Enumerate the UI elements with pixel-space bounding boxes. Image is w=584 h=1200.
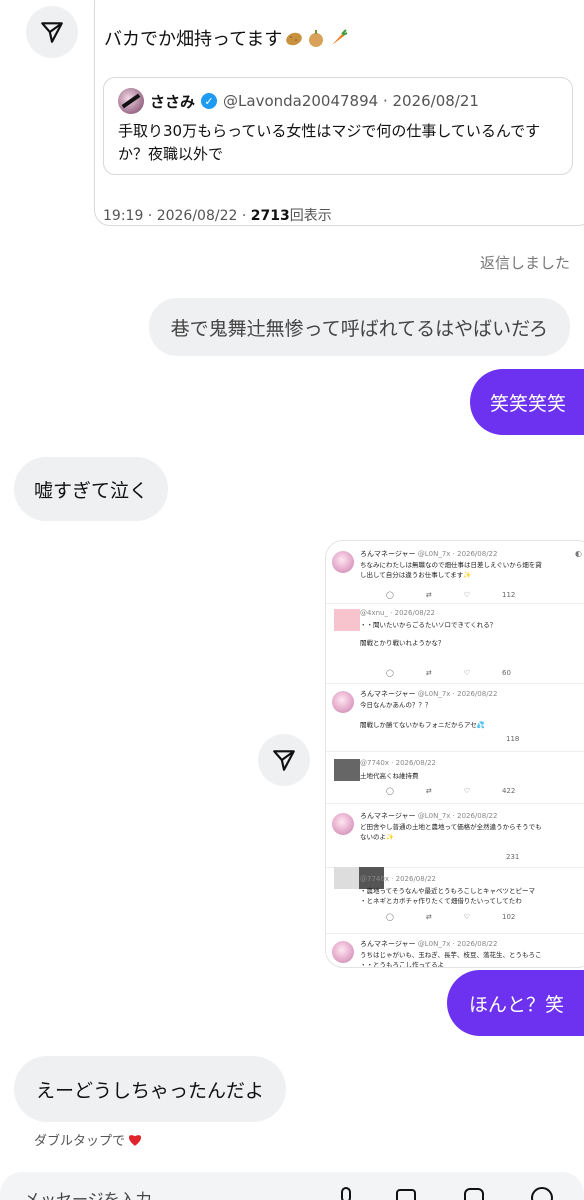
message-bubble[interactable]: 嘘すぎて泣く [14, 457, 169, 521]
like-icon: ♡ [463, 787, 470, 795]
quoted-post-body: 手取り30万もらっている女性はマジで何の仕事しているんですか？夜職以外で [118, 122, 541, 163]
post-author: ろんマネージャー [360, 812, 416, 820]
message-bubble[interactable]: 笑笑笑笑 [469, 369, 584, 435]
post-handle: @7740x · 2026/08/22 [360, 759, 436, 767]
post-line: うちはじゃがいも、玉ねぎ、長芋、枝豆、落花生、とうもろこ [360, 951, 542, 959]
post-line: 闇戦しか勝てないかもフォニだからアセ💦 [360, 721, 485, 729]
blurred-avatar [334, 759, 360, 781]
tap-hint-label: ダブルタップで [34, 1134, 126, 1149]
reply-icon: ◯ [386, 787, 394, 795]
message-bubble[interactable]: えーどうしちゃったんだよ [14, 1056, 287, 1122]
microphone-icon[interactable] [334, 1186, 358, 1200]
post-author: ろんマネージャー [360, 690, 416, 698]
message-bubble[interactable]: ほんと？笑 [446, 970, 584, 1036]
message-text: 巷で鬼舞辻無惨って呼ばれてるはやばいだろ [170, 317, 548, 340]
post-view-count: 2713 [250, 208, 290, 224]
add-icon[interactable] [530, 1186, 554, 1200]
post-meta: 19:19 · 2026/08/22 · 2713回表示 [103, 205, 332, 225]
message-composer[interactable]: メッセージを入力... [0, 1172, 584, 1200]
repost-icon: ⇄ [425, 913, 432, 921]
avatar [332, 941, 354, 963]
carrot-emoji-icon [332, 29, 348, 45]
post-line: ・農地ってそうなんや最近とうもろこしとキャベツとピーマ [360, 887, 535, 895]
like-icon: ♡ [463, 591, 470, 599]
post-line: ちなみにわたしは無職なので畑仕事は日差しえぐいから畑を貸 [360, 561, 542, 569]
reply-icon: ◯ [386, 913, 394, 921]
post-line: ・・とうもろこし作ってるよ [360, 961, 445, 968]
view-stat: 112 [502, 591, 516, 599]
post-line: 闇戦とかり戦いれようかな？ [360, 639, 445, 647]
quoted-user-name: ささみ [150, 92, 196, 111]
post-handle: @L0N_7x · 2026/08/22 [417, 940, 498, 948]
post-author: ろんマネージャー [360, 550, 416, 558]
avatar [332, 813, 354, 835]
post-line: ・・聞いたいからごるたいソロできてくれる？ [360, 621, 497, 629]
message-input[interactable]: メッセージを入力... [24, 1186, 167, 1200]
post-text-label: バカでか畑持ってます [104, 29, 283, 50]
shared-post-card[interactable]: バカでか畑持ってます ささみ ✓ @Lavonda20047894 · 2026… [94, 0, 584, 226]
post-line: ないのよ✨ [360, 833, 395, 841]
message-text: ほんと？笑 [468, 993, 564, 1016]
repost-icon: ⇄ [425, 591, 432, 599]
post-handle: @L0N_7x · 2026/08/22 [417, 550, 498, 558]
quoted-user-avatar [118, 88, 144, 114]
view-stat: 118 [506, 735, 520, 743]
post-handle: @4xnu_ · 2026/08/22 [360, 609, 435, 617]
share-image-button[interactable] [258, 734, 310, 786]
repost-icon: ⇄ [425, 787, 432, 795]
post-handle: @L0N_7x · 2026/08/22 [417, 812, 498, 820]
view-stat: 422 [502, 787, 516, 795]
post-line: 今日なんかあんの？？？ [360, 701, 432, 709]
sticker-icon[interactable] [462, 1186, 486, 1200]
grok-icon: ◐ [575, 549, 582, 558]
post-views-label: 回表示 [289, 208, 332, 224]
send-icon [273, 750, 295, 771]
post-line: し出して自分は違うお仕事してます✨ [360, 571, 472, 579]
message-text: 笑笑笑笑 [489, 392, 566, 415]
verified-badge-icon: ✓ [201, 93, 218, 109]
blurred-avatar [334, 609, 360, 631]
reply-icon: ◯ [386, 591, 394, 599]
post-text: バカでか畑持ってます [104, 25, 348, 51]
quoted-post[interactable]: ささみ ✓ @Lavonda20047894 · 2026/08/21 手取り3… [103, 77, 573, 175]
view-stat: 231 [506, 853, 520, 861]
onion-emoji-icon [309, 30, 324, 47]
message-text: 嘘すぎて泣く [34, 479, 149, 502]
post-line: ど田舎やし普通の土地と農地って価格が全然違うからそうでも [360, 823, 542, 831]
send-icon [41, 22, 63, 43]
avatar [332, 551, 354, 573]
attached-screenshot-image[interactable]: ろんマネージャー @L0N_7x · 2026/08/22 ちなみにわたしは無職… [325, 540, 584, 968]
heart-icon [128, 1135, 142, 1146]
share-post-button[interactable] [26, 6, 78, 58]
quoted-handle-date: @Lavonda20047894 · 2026/08/21 [223, 92, 479, 110]
double-tap-hint: ダブルタップで [34, 1130, 143, 1149]
reply-icon: ◯ [386, 669, 394, 677]
image-icon[interactable] [394, 1186, 418, 1200]
view-stat: 102 [502, 913, 516, 921]
message-text: えーどうしちゃったんだよ [36, 1079, 265, 1102]
like-icon: ♡ [463, 913, 470, 921]
repost-icon: ⇄ [425, 669, 432, 677]
avatar [332, 691, 354, 713]
post-line: ・とネギとカボチャ作りたくて畑借りたいってしてたわ [360, 897, 522, 905]
post-handle: @7740x · 2026/08/22 [360, 875, 436, 883]
like-icon: ♡ [463, 669, 470, 677]
replied-status: 返信しました [479, 254, 570, 272]
post-handle: @L0N_7x · 2026/08/22 [417, 690, 498, 698]
post-author: ろんマネージャー [360, 940, 416, 948]
post-time: 19:19 · 2026/08/22 · [103, 208, 251, 224]
potato-emoji-icon [286, 32, 302, 46]
view-stat: 60 [502, 669, 511, 677]
post-line: 土地代高くね維持費 [360, 772, 419, 780]
message-bubble[interactable]: 巷で鬼舞辻無惨って呼ばれてるはやばいだろ [148, 298, 570, 356]
